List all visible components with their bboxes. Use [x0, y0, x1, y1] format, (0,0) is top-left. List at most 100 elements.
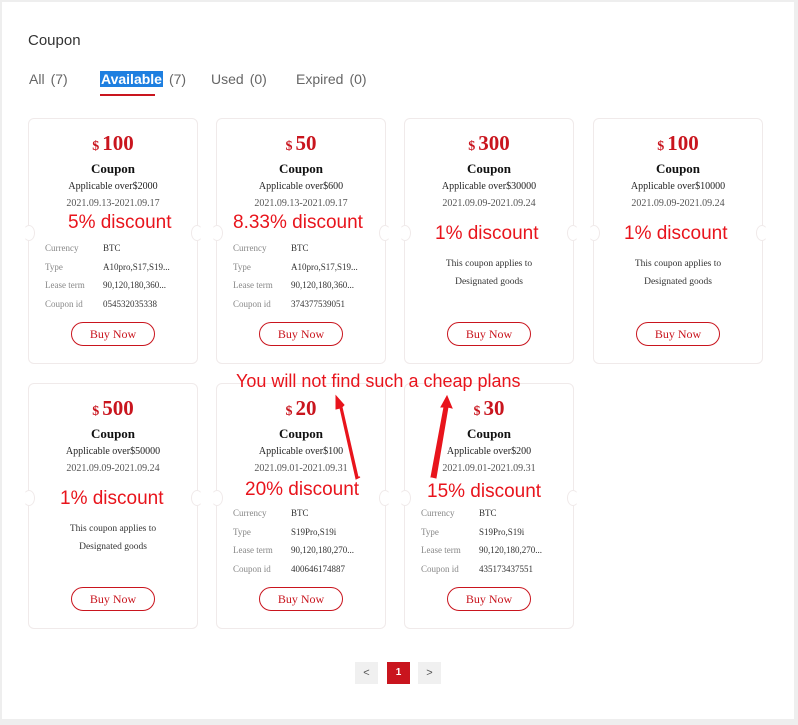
detail-key: Coupon id [233, 298, 271, 309]
page-1-button[interactable]: 1 [387, 662, 410, 684]
detail-value: 054532035338 [103, 298, 157, 309]
detail-key: Lease term [45, 280, 85, 291]
applies-line: This coupon applies to [445, 259, 533, 269]
coupon-applies: This coupon applies to Designated goods [594, 255, 762, 291]
detail-key: Type [233, 261, 251, 272]
detail-row: Type A10pro,S17,S19... [45, 258, 185, 277]
next-page-button[interactable]: > [418, 662, 441, 684]
coupon-applies: This coupon applies to Designated goods [29, 520, 197, 556]
detail-key: Coupon id [421, 563, 459, 574]
coupon-card: $50 Coupon Applicable over$600 2021.09.13-2… [211, 118, 391, 364]
amount-value: 100 [102, 131, 134, 155]
coupon-type-label: Coupon [278, 161, 324, 176]
tab-all[interactable]: All (7) [29, 71, 68, 87]
detail-value: A10pro,S17,S19... [291, 261, 358, 272]
card-notch [379, 225, 391, 241]
coupon-details: Currency BTC Type S19Pro,S19i Lease term 90,1… [421, 504, 561, 578]
chevron-left-icon: < [363, 667, 370, 679]
detail-value: S19Pro,S19i [291, 526, 337, 537]
card-notch [399, 225, 411, 241]
detail-row: Currency BTC [421, 504, 561, 523]
detail-key: Type [233, 526, 251, 537]
coupon-condition: Applicable over$30000 [441, 181, 537, 192]
coupon-amount: $300 [405, 131, 573, 156]
detail-value: S19Pro,S19i [479, 526, 525, 537]
detail-value: BTC [479, 508, 497, 519]
tab-available[interactable]: Available (7) [100, 71, 186, 87]
detail-key: Currency [233, 508, 267, 519]
detail-value: BTC [291, 243, 309, 254]
coupon-amount: $50 [217, 131, 385, 156]
currency-symbol: $ [92, 404, 100, 419]
currency-symbol: $ [468, 139, 476, 154]
tab-count: (7) [50, 71, 68, 87]
detail-value: BTC [103, 243, 121, 254]
detail-value: 90,120,180,270... [479, 545, 542, 556]
detail-row: Coupon id 400646174887 [233, 560, 373, 579]
coupon-applies: This coupon applies to Designated goods [405, 255, 573, 291]
card-notch [211, 490, 223, 506]
detail-value: 374377539051 [291, 298, 345, 309]
buy-now-button[interactable]: Buy Now [259, 587, 343, 611]
detail-value: 90,120,180,360... [103, 280, 166, 291]
coupon-type-label: Coupon [90, 161, 136, 176]
card-notch [756, 225, 768, 241]
detail-row: Lease term 90,120,180,270... [233, 541, 373, 560]
detail-key: Coupon id [233, 563, 271, 574]
detail-key: Type [45, 261, 63, 272]
detail-row: Coupon id 374377539051 [233, 295, 373, 314]
coupon-details: Currency BTC Type A10pro,S17,S19... Lease te… [45, 239, 185, 313]
tab-count: (0) [249, 71, 267, 87]
detail-row: Coupon id 054532035338 [45, 295, 185, 314]
prev-page-button[interactable]: < [355, 662, 378, 684]
buy-now-button[interactable]: Buy Now [447, 322, 531, 346]
amount-value: 20 [295, 396, 317, 420]
detail-row: Currency BTC [233, 239, 373, 258]
coupon-dates: 2021.09.09-2021.09.24 [442, 198, 536, 209]
coupon-dates: 2021.09.01-2021.09.31 [442, 463, 536, 474]
coupon-condition: Applicable over$200 [446, 446, 532, 457]
card-notch [567, 490, 579, 506]
coupon-type-label: Coupon [278, 426, 324, 441]
tab-count: (7) [168, 71, 187, 87]
applies-line: Designated goods [455, 277, 523, 287]
tab-label: Expired [296, 71, 344, 87]
coupon-amount: $20 [217, 396, 385, 421]
currency-symbol: $ [92, 139, 100, 154]
amount-value: 50 [295, 131, 317, 155]
buy-now-button[interactable]: Buy Now [71, 322, 155, 346]
applies-line: This coupon applies to [69, 524, 157, 534]
detail-key: Type [421, 526, 439, 537]
detail-key: Lease term [233, 545, 273, 556]
coupon-type-label: Coupon [466, 426, 512, 441]
card-notch [191, 490, 203, 506]
buy-now-button[interactable]: Buy Now [636, 322, 720, 346]
detail-row: Currency BTC [233, 504, 373, 523]
applies-line: Designated goods [644, 277, 712, 287]
tab-label: Used [211, 71, 244, 87]
card-notch [379, 490, 391, 506]
detail-row: Coupon id 435173437551 [421, 560, 561, 579]
coupon-amount: $500 [29, 396, 197, 421]
buy-now-button[interactable]: Buy Now [447, 587, 531, 611]
coupon-amount: $100 [594, 131, 762, 156]
buy-now-button[interactable]: Buy Now [259, 322, 343, 346]
detail-row: Type A10pro,S17,S19... [233, 258, 373, 277]
buy-now-button[interactable]: Buy Now [71, 587, 155, 611]
coupon-type-label: Coupon [655, 161, 701, 176]
page-title: Coupon [28, 32, 81, 49]
detail-value: 400646174887 [291, 563, 345, 574]
detail-row: Currency BTC [45, 239, 185, 258]
coupon-dates: 2021.09.09-2021.09.24 [631, 198, 725, 209]
card-notch [588, 225, 600, 241]
coupon-dates: 2021.09.13-2021.09.17 [66, 198, 160, 209]
coupon-card: $500 Coupon Applicable over$50000 2021.09.0… [23, 383, 203, 629]
tab-label: All [29, 71, 45, 87]
detail-value: 90,120,180,270... [291, 545, 354, 556]
tab-used[interactable]: Used (0) [211, 71, 267, 87]
detail-key: Lease term [421, 545, 461, 556]
tab-expired[interactable]: Expired (0) [296, 71, 367, 87]
coupon-card: $30 Coupon Applicable over$200 2021.09.01-2… [399, 383, 579, 629]
chevron-right-icon: > [426, 667, 433, 679]
active-tab-indicator [100, 94, 155, 96]
